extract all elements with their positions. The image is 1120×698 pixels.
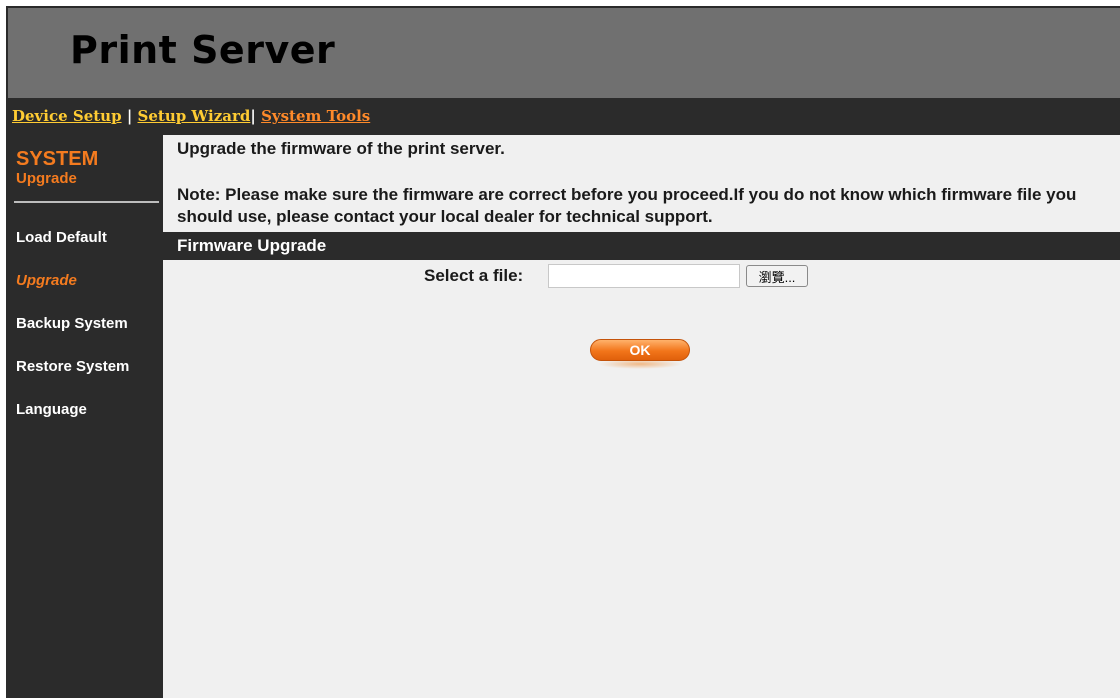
top-navigation: Device Setup | Setup Wizard| System Tool… bbox=[8, 98, 1120, 135]
file-select-label: Select a file: bbox=[424, 266, 524, 285]
ok-button[interactable]: OK bbox=[590, 339, 690, 361]
section-header: Firmware Upgrade bbox=[163, 232, 1120, 260]
section-title: Firmware Upgrade bbox=[177, 236, 327, 255]
main-content: Upgrade the firmware of the print server… bbox=[163, 135, 1120, 698]
sidebar-item-backup-system[interactable]: Backup System bbox=[16, 315, 128, 332]
nav-separator: | bbox=[126, 107, 133, 125]
ok-button-wrapper: OK bbox=[590, 339, 692, 369]
nav-system-tools-link[interactable]: System Tools bbox=[261, 107, 370, 125]
sidebar: SYSTEM Upgrade Load Default Upgrade Back… bbox=[8, 135, 163, 698]
nav-device-setup-link[interactable]: Device Setup bbox=[12, 107, 122, 125]
sidebar-item-restore-system[interactable]: Restore System bbox=[16, 358, 129, 375]
sidebar-section-title: SYSTEM bbox=[16, 148, 99, 170]
nav-separator: | bbox=[250, 107, 256, 125]
sidebar-item-load-default[interactable]: Load Default bbox=[16, 229, 107, 246]
app-header: Print Server bbox=[8, 8, 1120, 98]
nav-setup-wizard-link[interactable]: Setup Wizard bbox=[138, 107, 251, 125]
sidebar-item-upgrade[interactable]: Upgrade bbox=[16, 272, 77, 289]
sidebar-divider bbox=[14, 201, 159, 203]
sidebar-item-language[interactable]: Language bbox=[16, 401, 87, 418]
sidebar-section-heading: SYSTEM Upgrade bbox=[16, 148, 98, 188]
sidebar-section-subtitle: Upgrade bbox=[16, 170, 77, 187]
app-title: Print Server bbox=[70, 28, 336, 72]
file-path-input[interactable] bbox=[548, 264, 740, 288]
page-description: Upgrade the firmware of the print server… bbox=[177, 139, 505, 158]
browse-button[interactable]: 瀏覽... bbox=[746, 265, 808, 287]
firmware-note: Note: Please make sure the firmware are … bbox=[177, 185, 1077, 226]
